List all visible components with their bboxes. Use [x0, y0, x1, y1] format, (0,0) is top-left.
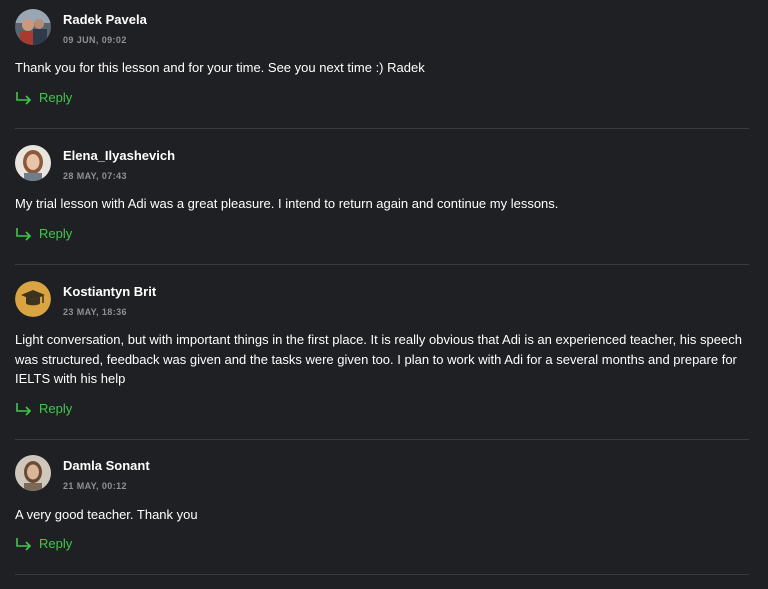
review-item: Kostiantyn Brit 23 MAY, 18:36 Light conv…	[15, 281, 749, 416]
reply-button[interactable]: Reply	[15, 401, 72, 416]
review-date: 09 JUN, 09:02	[63, 35, 127, 45]
author-name[interactable]: Damla Sonant	[63, 458, 150, 473]
author-name[interactable]: Radek Pavela	[63, 12, 147, 27]
avatar[interactable]	[15, 145, 51, 181]
reply-button[interactable]: Reply	[15, 536, 72, 551]
avatar[interactable]	[15, 281, 51, 317]
reply-label: Reply	[39, 226, 73, 241]
review-author: Elena_Ilyashevich 28 MAY, 07:43	[15, 145, 749, 185]
reply-arrow-icon	[16, 91, 32, 105]
divider	[15, 439, 749, 440]
divider	[15, 264, 749, 265]
reply-arrow-icon	[16, 537, 32, 551]
avatar[interactable]	[15, 455, 51, 491]
graduation-cap-icon	[15, 281, 51, 317]
reply-arrow-icon	[16, 402, 32, 416]
author-name[interactable]: Kostiantyn Brit	[63, 284, 156, 299]
review-item: Radek Pavela 09 JUN, 09:02 Thank you for…	[15, 9, 749, 105]
review-text: Thank you for this lesson and for your t…	[15, 60, 425, 75]
review-text: Light conversation, but with important t…	[15, 332, 742, 386]
divider	[15, 128, 749, 129]
reply-label: Reply	[39, 536, 73, 551]
reviews-list: Radek Pavela 09 JUN, 09:02 Thank you for…	[0, 0, 768, 589]
review-author: Damla Sonant 21 MAY, 00:12	[15, 455, 749, 495]
review-author: Radek Pavela 09 JUN, 09:02	[15, 9, 749, 49]
review-date: 28 MAY, 07:43	[63, 171, 127, 181]
reply-button[interactable]: Reply	[15, 226, 72, 241]
reply-arrow-icon	[16, 227, 32, 241]
reply-label: Reply	[39, 401, 73, 416]
review-date: 21 MAY, 00:12	[63, 481, 127, 491]
review-date: 23 MAY, 18:36	[63, 307, 127, 317]
review-author: Kostiantyn Brit 23 MAY, 18:36	[15, 281, 749, 321]
review-item: Elena_Ilyashevich 28 MAY, 07:43 My trial…	[15, 145, 749, 241]
divider	[15, 574, 749, 575]
review-text: A very good teacher. Thank you	[15, 507, 198, 522]
review-item: Damla Sonant 21 MAY, 00:12 A very good t…	[15, 455, 749, 551]
reply-button[interactable]: Reply	[15, 90, 72, 105]
reply-label: Reply	[39, 90, 73, 105]
avatar[interactable]	[15, 9, 51, 45]
review-text: My trial lesson with Adi was a great ple…	[15, 196, 559, 211]
author-name[interactable]: Elena_Ilyashevich	[63, 148, 175, 163]
